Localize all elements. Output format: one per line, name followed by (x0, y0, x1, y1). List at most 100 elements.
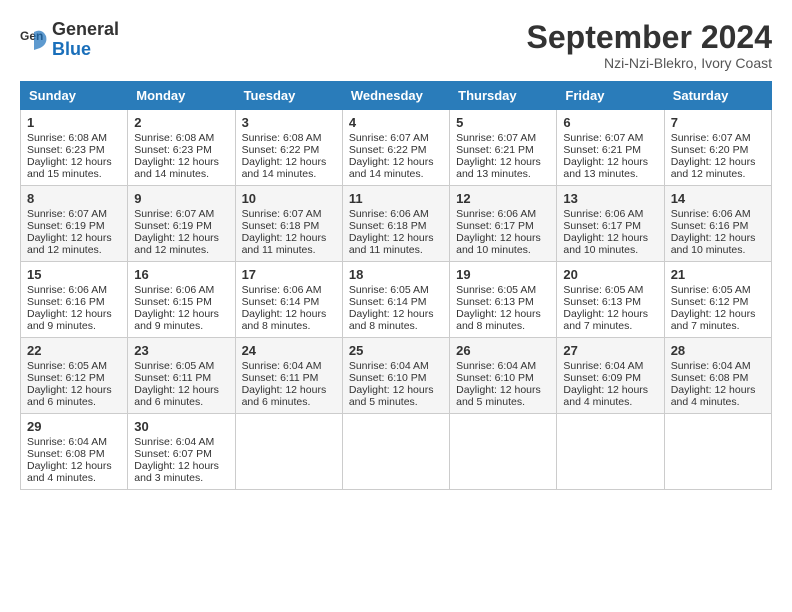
day-number: 30 (134, 419, 228, 434)
daylight-text: Daylight: 12 hours (563, 308, 657, 320)
calendar-cell: 24Sunrise: 6:04 AMSunset: 6:11 PMDayligh… (235, 338, 342, 414)
daylight-text: Daylight: 12 hours (27, 384, 121, 396)
daylight-minutes-text: and 7 minutes. (671, 320, 765, 332)
day-number: 11 (349, 191, 443, 206)
sunset-text: Sunset: 6:12 PM (671, 296, 765, 308)
week-row-4: 22Sunrise: 6:05 AMSunset: 6:12 PMDayligh… (21, 338, 772, 414)
sunset-text: Sunset: 6:11 PM (134, 372, 228, 384)
sunrise-text: Sunrise: 6:04 AM (27, 436, 121, 448)
calendar-cell: 18Sunrise: 6:05 AMSunset: 6:14 PMDayligh… (342, 262, 449, 338)
sunset-text: Sunset: 6:10 PM (349, 372, 443, 384)
daylight-minutes-text: and 10 minutes. (671, 244, 765, 256)
daylight-text: Daylight: 12 hours (671, 308, 765, 320)
sunrise-text: Sunrise: 6:07 AM (242, 208, 336, 220)
calendar-cell: 13Sunrise: 6:06 AMSunset: 6:17 PMDayligh… (557, 186, 664, 262)
daylight-minutes-text: and 3 minutes. (134, 472, 228, 484)
sunset-text: Sunset: 6:17 PM (563, 220, 657, 232)
daylight-minutes-text: and 6 minutes. (242, 396, 336, 408)
calendar-cell: 1Sunrise: 6:08 AMSunset: 6:23 PMDaylight… (21, 110, 128, 186)
sunset-text: Sunset: 6:20 PM (671, 144, 765, 156)
sunrise-text: Sunrise: 6:04 AM (671, 360, 765, 372)
day-number: 5 (456, 115, 550, 130)
calendar-cell: 12Sunrise: 6:06 AMSunset: 6:17 PMDayligh… (450, 186, 557, 262)
day-number: 25 (349, 343, 443, 358)
sunset-text: Sunset: 6:19 PM (134, 220, 228, 232)
daylight-minutes-text: and 14 minutes. (134, 168, 228, 180)
sunrise-text: Sunrise: 6:06 AM (134, 284, 228, 296)
sunrise-text: Sunrise: 6:05 AM (456, 284, 550, 296)
daylight-minutes-text: and 4 minutes. (563, 396, 657, 408)
daylight-text: Daylight: 12 hours (27, 308, 121, 320)
calendar-cell: 30Sunrise: 6:04 AMSunset: 6:07 PMDayligh… (128, 414, 235, 490)
sunrise-text: Sunrise: 6:07 AM (134, 208, 228, 220)
daylight-text: Daylight: 12 hours (242, 232, 336, 244)
sunrise-text: Sunrise: 6:07 AM (563, 132, 657, 144)
sunset-text: Sunset: 6:08 PM (27, 448, 121, 460)
daylight-minutes-text: and 13 minutes. (456, 168, 550, 180)
calendar-cell: 26Sunrise: 6:04 AMSunset: 6:10 PMDayligh… (450, 338, 557, 414)
sunrise-text: Sunrise: 6:04 AM (349, 360, 443, 372)
sunset-text: Sunset: 6:14 PM (349, 296, 443, 308)
calendar-cell (450, 414, 557, 490)
week-row-3: 15Sunrise: 6:06 AMSunset: 6:16 PMDayligh… (21, 262, 772, 338)
calendar-cell: 21Sunrise: 6:05 AMSunset: 6:12 PMDayligh… (664, 262, 771, 338)
day-number: 2 (134, 115, 228, 130)
sunset-text: Sunset: 6:16 PM (27, 296, 121, 308)
daylight-text: Daylight: 12 hours (349, 232, 443, 244)
sunset-text: Sunset: 6:22 PM (242, 144, 336, 156)
day-number: 7 (671, 115, 765, 130)
location-subtitle: Nzi-Nzi-Blekro, Ivory Coast (527, 55, 772, 71)
sunset-text: Sunset: 6:14 PM (242, 296, 336, 308)
title-area: September 2024 Nzi-Nzi-Blekro, Ivory Coa… (527, 20, 772, 71)
day-number: 1 (27, 115, 121, 130)
day-number: 15 (27, 267, 121, 282)
calendar-cell (557, 414, 664, 490)
day-number: 18 (349, 267, 443, 282)
daylight-text: Daylight: 12 hours (456, 156, 550, 168)
sunrise-text: Sunrise: 6:07 AM (456, 132, 550, 144)
calendar-cell: 11Sunrise: 6:06 AMSunset: 6:18 PMDayligh… (342, 186, 449, 262)
daylight-text: Daylight: 12 hours (134, 156, 228, 168)
week-row-1: 1Sunrise: 6:08 AMSunset: 6:23 PMDaylight… (21, 110, 772, 186)
sunrise-text: Sunrise: 6:06 AM (242, 284, 336, 296)
weekday-header-sunday: Sunday (21, 82, 128, 110)
daylight-text: Daylight: 12 hours (671, 384, 765, 396)
daylight-text: Daylight: 12 hours (456, 308, 550, 320)
sunrise-text: Sunrise: 6:05 AM (27, 360, 121, 372)
daylight-minutes-text: and 14 minutes. (349, 168, 443, 180)
week-row-2: 8Sunrise: 6:07 AMSunset: 6:19 PMDaylight… (21, 186, 772, 262)
daylight-text: Daylight: 12 hours (27, 460, 121, 472)
day-number: 10 (242, 191, 336, 206)
calendar-table: SundayMondayTuesdayWednesdayThursdayFrid… (20, 81, 772, 490)
calendar-cell: 2Sunrise: 6:08 AMSunset: 6:23 PMDaylight… (128, 110, 235, 186)
calendar-cell: 29Sunrise: 6:04 AMSunset: 6:08 PMDayligh… (21, 414, 128, 490)
sunset-text: Sunset: 6:19 PM (27, 220, 121, 232)
sunset-text: Sunset: 6:09 PM (563, 372, 657, 384)
day-number: 9 (134, 191, 228, 206)
day-number: 8 (27, 191, 121, 206)
week-row-5: 29Sunrise: 6:04 AMSunset: 6:08 PMDayligh… (21, 414, 772, 490)
logo: Gen General Blue (20, 20, 119, 60)
page-header: Gen General Blue September 2024 Nzi-Nzi-… (20, 20, 772, 71)
daylight-text: Daylight: 12 hours (563, 156, 657, 168)
daylight-text: Daylight: 12 hours (242, 156, 336, 168)
sunrise-text: Sunrise: 6:06 AM (349, 208, 443, 220)
daylight-minutes-text: and 11 minutes. (349, 244, 443, 256)
calendar-cell: 3Sunrise: 6:08 AMSunset: 6:22 PMDaylight… (235, 110, 342, 186)
sunrise-text: Sunrise: 6:05 AM (563, 284, 657, 296)
daylight-minutes-text: and 5 minutes. (456, 396, 550, 408)
day-number: 23 (134, 343, 228, 358)
sunset-text: Sunset: 6:07 PM (134, 448, 228, 460)
calendar-cell: 28Sunrise: 6:04 AMSunset: 6:08 PMDayligh… (664, 338, 771, 414)
daylight-text: Daylight: 12 hours (349, 156, 443, 168)
calendar-cell (664, 414, 771, 490)
sunset-text: Sunset: 6:13 PM (563, 296, 657, 308)
calendar-cell: 7Sunrise: 6:07 AMSunset: 6:20 PMDaylight… (664, 110, 771, 186)
calendar-cell: 17Sunrise: 6:06 AMSunset: 6:14 PMDayligh… (235, 262, 342, 338)
calendar-cell: 10 Sunrise: 6:07 AMSunset: 6:18 PMDayligh… (235, 186, 342, 262)
calendar-cell: 6Sunrise: 6:07 AMSunset: 6:21 PMDaylight… (557, 110, 664, 186)
logo-icon: Gen (20, 26, 48, 54)
daylight-minutes-text: and 11 minutes. (242, 244, 336, 256)
sunset-text: Sunset: 6:18 PM (242, 220, 336, 232)
daylight-text: Daylight: 12 hours (349, 384, 443, 396)
